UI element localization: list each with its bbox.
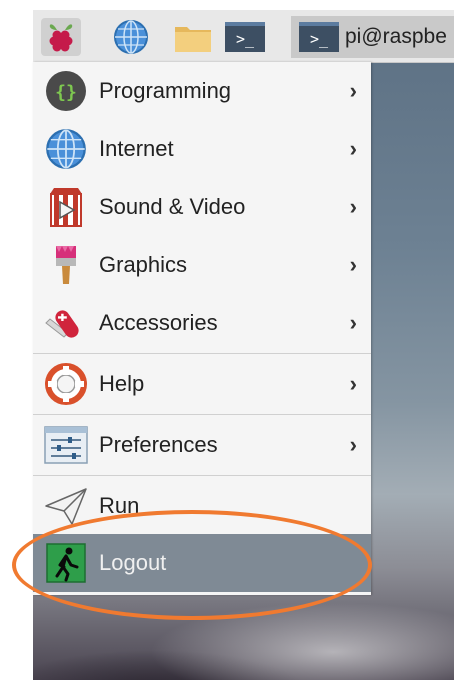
menu-separator xyxy=(33,414,371,415)
chevron-right-icon: › xyxy=(349,252,357,277)
chevron-right-icon: › xyxy=(349,78,357,103)
globe-icon xyxy=(114,20,148,54)
chevron-right-icon: › xyxy=(349,136,357,161)
exit-icon xyxy=(41,541,91,585)
menu-item-label: Logout xyxy=(99,550,167,575)
lifebuoy-icon xyxy=(41,362,91,406)
web-browser-launcher[interactable] xyxy=(111,18,151,56)
chevron-right-icon: › xyxy=(349,310,357,335)
menu-item-label: Accessories xyxy=(99,310,218,335)
svg-text:{}: {} xyxy=(55,82,77,103)
task-label: pi@raspbe xyxy=(345,25,447,48)
menu-item-help[interactable]: Help › xyxy=(33,355,371,413)
paintbrush-icon xyxy=(41,243,91,287)
terminal-icon: >_ xyxy=(225,22,265,52)
sound-video-icon xyxy=(41,185,91,229)
accessories-icon xyxy=(41,301,91,345)
chevron-right-icon: › xyxy=(349,194,357,219)
menu-item-internet[interactable]: Internet › xyxy=(33,120,371,178)
menu-item-label: Run xyxy=(99,493,140,518)
chevron-right-icon: › xyxy=(349,432,357,457)
menu-item-label: Internet xyxy=(99,136,174,161)
menu-item-programming[interactable]: {} Programming › xyxy=(33,62,371,120)
menu-item-graphics[interactable]: Graphics › xyxy=(33,236,371,294)
chevron-right-icon: › xyxy=(349,371,357,396)
raspberry-menu-icon xyxy=(49,24,73,52)
file-manager-launcher[interactable] xyxy=(173,18,213,56)
menu-item-preferences[interactable]: Preferences › xyxy=(33,416,371,474)
menu-item-run[interactable]: Run xyxy=(33,477,371,535)
application-menu: {} Programming › Internet › Sound & Vide… xyxy=(33,62,371,595)
menu-item-logout[interactable]: Logout xyxy=(33,534,371,592)
preferences-icon xyxy=(41,423,91,467)
menu-item-sound-video[interactable]: Sound & Video › xyxy=(33,178,371,236)
menu-separator xyxy=(33,353,371,354)
programming-icon: {} xyxy=(41,69,91,113)
globe-icon xyxy=(41,127,91,171)
terminal-launcher[interactable]: >_ xyxy=(225,18,265,56)
menu-item-label: Help xyxy=(99,371,145,396)
menu-item-label: Preferences xyxy=(99,432,218,457)
taskbar: >_ >_ pi@raspbe xyxy=(33,10,454,63)
folder-icon xyxy=(175,27,211,52)
menu-item-label: Graphics xyxy=(99,252,188,277)
paper-plane-icon xyxy=(41,484,91,528)
menu-separator xyxy=(33,475,371,476)
menu-item-accessories[interactable]: Accessories › xyxy=(33,294,371,352)
raspberry-menu-button[interactable] xyxy=(41,18,81,56)
terminal-icon: >_ xyxy=(299,22,339,52)
taskbar-task-terminal[interactable]: >_ pi@raspbe xyxy=(291,16,454,58)
menu-item-label: Programming xyxy=(99,78,232,103)
menu-item-label: Sound & Video xyxy=(99,194,246,219)
